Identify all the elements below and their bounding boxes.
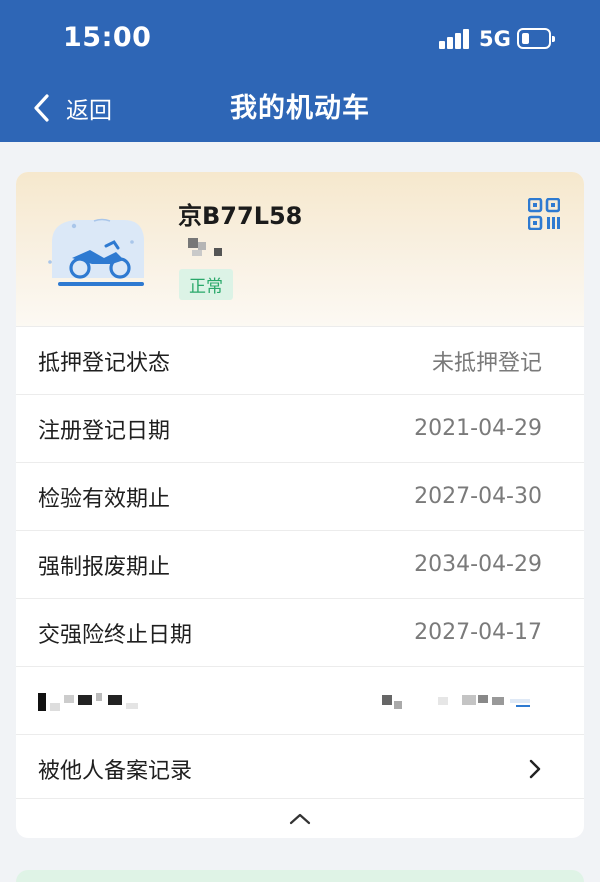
vehicle-summary[interactable]: 京B77L58 正常	[16, 172, 584, 326]
battery-icon	[517, 28, 555, 49]
row-label: 强制报废期止	[38, 554, 171, 580]
page-title: 我的机动车	[230, 93, 370, 124]
redacted-label	[38, 689, 148, 713]
chevron-right-icon	[529, 759, 541, 778]
chevron-up-icon	[289, 813, 311, 824]
row-label: 注册登记日期	[38, 418, 171, 444]
network-type: 5G	[479, 27, 511, 51]
status-badge: 正常	[179, 269, 233, 300]
next-card	[16, 870, 584, 882]
row-value: 2034-04-29	[414, 552, 542, 577]
qr-code-icon[interactable]	[528, 198, 560, 230]
vehicle-card: 京B77L58 正常 抵押登记状态 未抵押登记 注册登记日期 2021-04-2…	[16, 172, 584, 838]
info-row-mortgage: 抵押登记状态 未抵押登记	[16, 326, 584, 394]
redacted-value	[382, 689, 542, 713]
status-time: 15:00	[63, 22, 152, 53]
header-bar: 15:00 5G 返回 我的机动车	[0, 0, 600, 142]
filing-record-link[interactable]: 被他人备案记录	[16, 734, 584, 802]
plate-number: 京B77L58	[178, 202, 303, 230]
info-row-redacted	[16, 666, 584, 734]
row-value: 2027-04-17	[414, 620, 542, 645]
motorcycle-icon	[48, 218, 144, 286]
row-label: 检验有效期止	[38, 486, 171, 512]
row-label: 抵押登记状态	[38, 350, 171, 376]
info-row-inspection-expiry: 检验有效期止 2027-04-30	[16, 462, 584, 530]
row-value: 2027-04-30	[414, 484, 542, 509]
info-row-scrap-date: 强制报废期止 2034-04-29	[16, 530, 584, 598]
row-value: 2021-04-29	[414, 416, 542, 441]
signal-icon	[439, 29, 471, 49]
masked-info	[188, 238, 228, 260]
collapse-button[interactable]	[16, 798, 584, 838]
row-label: 交强险终止日期	[38, 622, 193, 648]
info-row-registration-date: 注册登记日期 2021-04-29	[16, 394, 584, 462]
row-label: 被他人备案记录	[38, 758, 193, 784]
info-row-insurance-expiry: 交强险终止日期 2027-04-17	[16, 598, 584, 666]
row-value: 未抵押登记	[431, 350, 542, 376]
